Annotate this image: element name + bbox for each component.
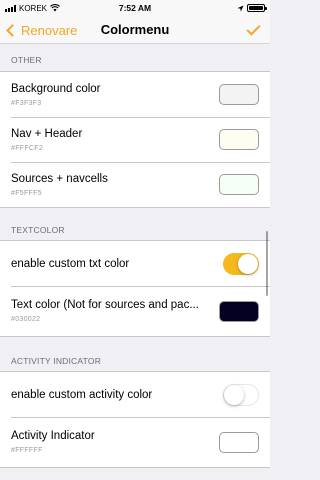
status-left: KOREK xyxy=(5,4,60,13)
color-swatch[interactable] xyxy=(219,84,259,105)
section-textcolor: enable custom txt color Text color (Not … xyxy=(0,240,270,337)
color-swatch[interactable] xyxy=(219,174,259,195)
cell-title: enable custom txt color xyxy=(11,257,130,270)
back-button-label: Renovare xyxy=(21,22,78,38)
navigation-bar: Renovare Colormenu xyxy=(0,16,270,44)
cell-title: enable custom activity color xyxy=(11,388,153,401)
section-other: Background color #F3F3F3 Nav + Header #F… xyxy=(0,71,270,208)
status-right xyxy=(237,4,267,12)
section-header-textcolor: TEXTCOLOR xyxy=(11,225,65,235)
cell-title: Text color (Not for sources and pac... xyxy=(11,299,199,311)
cell-sources-navcells-color[interactable]: Sources + navcells #F5FFF5 xyxy=(0,162,270,207)
checkmark-icon xyxy=(245,20,261,36)
cell-text: Nav + Header #FFFCF2 xyxy=(11,128,219,152)
color-swatch[interactable] xyxy=(219,129,259,150)
toggle-knob xyxy=(238,253,258,274)
status-bar: KOREK 7:52 AM xyxy=(0,0,270,16)
done-button[interactable] xyxy=(242,19,264,41)
cell-hex-value: #F5FFF5 xyxy=(11,189,42,197)
cell-hex-value: #FFFFFF xyxy=(11,447,43,454)
back-button[interactable]: Renovare xyxy=(5,16,77,44)
cell-nav-header-color[interactable]: Nav + Header #FFFCF2 xyxy=(0,117,270,162)
cell-hex-value: #030022 xyxy=(11,316,41,323)
cell-enable-custom-txt-color[interactable]: enable custom txt color xyxy=(0,241,270,286)
carrier-label: KOREK xyxy=(19,3,48,13)
section-activity-indicator: enable custom activity color Activity In… xyxy=(0,371,270,468)
cell-text: Sources + navcells #F5FFF5 xyxy=(11,173,219,197)
cell-activity-indicator-color[interactable]: Activity Indicator #FFFFFF xyxy=(0,417,270,467)
cell-title: Activity Indicator xyxy=(11,430,95,442)
section-header-other: OTHER xyxy=(11,55,42,65)
cell-background-color[interactable]: Background color #F3F3F3 xyxy=(0,72,270,117)
chevron-left-icon xyxy=(6,23,19,37)
cell-title: Sources + navcells xyxy=(11,172,108,185)
toggle-knob xyxy=(224,384,244,405)
cell-text: Activity Indicator #FFFFFF xyxy=(11,430,219,454)
cell-hex-value: #F3F3F3 xyxy=(11,99,42,107)
cell-text-color[interactable]: Text color (Not for sources and pac... #… xyxy=(0,286,270,336)
settings-table[interactable]: OTHER Background color #F3F3F3 Nav + Hea… xyxy=(0,45,270,480)
scroll-indicator[interactable] xyxy=(266,231,268,296)
battery-fill xyxy=(249,6,263,10)
cell-title: Nav + Header xyxy=(11,127,83,140)
location-arrow-icon xyxy=(237,4,244,12)
color-swatch[interactable] xyxy=(219,431,259,453)
cell-text: Text color (Not for sources and pac... #… xyxy=(11,299,219,323)
cell-title: Background color xyxy=(11,82,101,95)
wifi-icon xyxy=(50,4,60,12)
color-swatch[interactable] xyxy=(219,300,259,322)
cell-text: Background color #F3F3F3 xyxy=(11,83,219,107)
cell-enable-custom-activity-color[interactable]: enable custom activity color xyxy=(0,372,270,417)
signal-icon xyxy=(5,4,16,12)
section-header-activity-indicator: ACTIVITY INDICATOR xyxy=(11,356,102,366)
custom-txt-color-toggle[interactable] xyxy=(223,252,259,275)
cell-hex-value: #FFFCF2 xyxy=(11,144,44,152)
battery-icon xyxy=(247,4,267,12)
custom-activity-color-toggle[interactable] xyxy=(223,383,259,406)
